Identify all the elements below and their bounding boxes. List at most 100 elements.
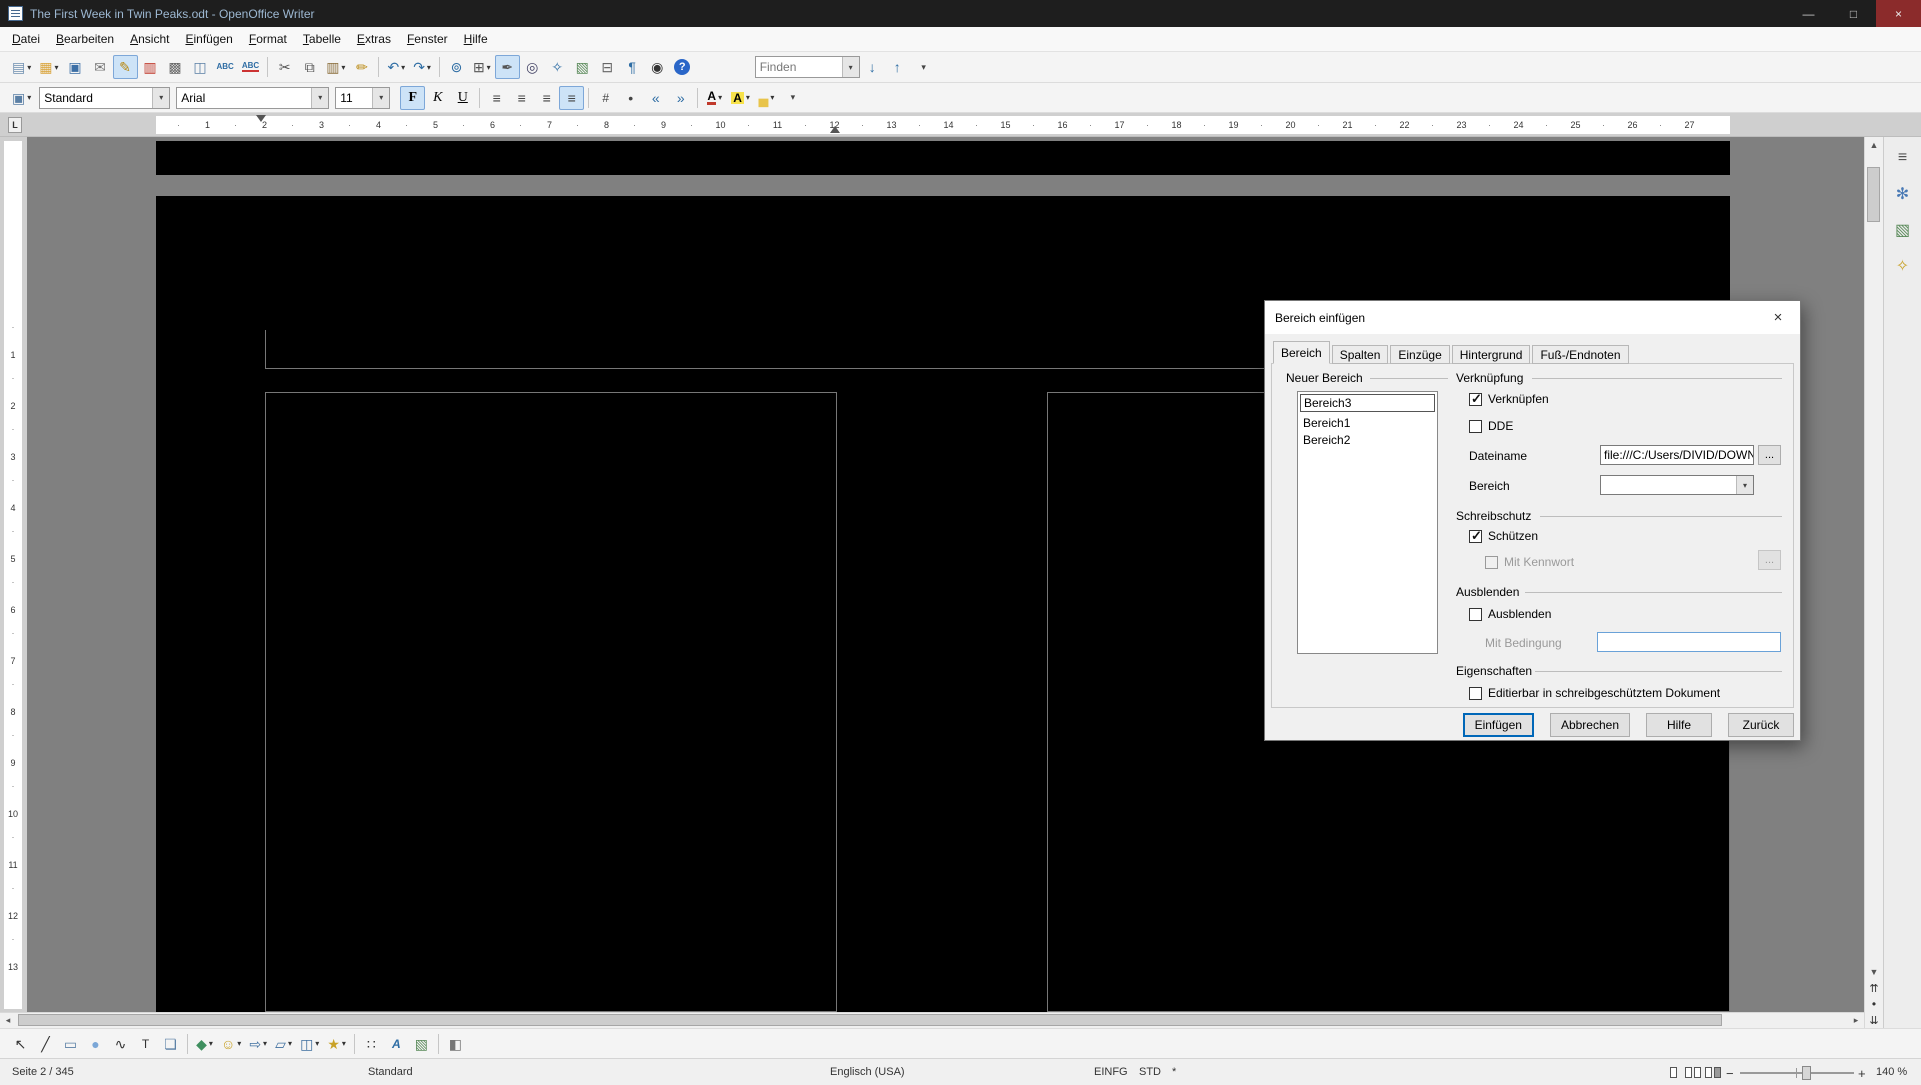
language-indicator[interactable]: Englisch (USA) bbox=[830, 1066, 905, 1078]
undo-button[interactable]: ↶ bbox=[383, 55, 409, 79]
menu-item[interactable]: Hilfe bbox=[456, 28, 496, 50]
vertical-scroll-track[interactable] bbox=[1865, 153, 1883, 964]
autospellcheck-button[interactable]: ABC bbox=[238, 55, 263, 79]
select-button[interactable]: ↖ bbox=[8, 1032, 33, 1056]
section-select[interactable] bbox=[1600, 475, 1754, 495]
draw-functions-button[interactable]: ✒ bbox=[495, 55, 520, 79]
align-center-button[interactable]: ≡ bbox=[509, 86, 534, 110]
indent-marker-right[interactable] bbox=[830, 126, 840, 133]
horizontal-ruler[interactable]: L 12345678910111213141516171819202122232… bbox=[0, 113, 1921, 137]
zoom-in-button[interactable]: + bbox=[1858, 1066, 1866, 1081]
scroll-right-button[interactable]: ▸ bbox=[1848, 1015, 1864, 1026]
menu-item[interactable]: Extras bbox=[349, 28, 399, 50]
paragraph-style-combo[interactable]: Standard bbox=[39, 87, 170, 109]
copy-button[interactable]: ⧉ bbox=[297, 55, 322, 79]
cancel-button[interactable]: Abbrechen bbox=[1550, 713, 1630, 737]
dialog-close-button[interactable]: × bbox=[1756, 301, 1800, 334]
section-list-item[interactable]: Bereich1 bbox=[1298, 414, 1437, 431]
previous-page-button[interactable]: ⇈ bbox=[1865, 980, 1883, 996]
dde-checkbox[interactable]: DDE bbox=[1469, 418, 1513, 434]
font-size-combo[interactable]: 11 bbox=[335, 87, 390, 109]
tab-fussendnoten[interactable]: Fuß-/Endnoten bbox=[1532, 345, 1628, 364]
hide-checkbox[interactable]: Ausblenden bbox=[1469, 606, 1551, 622]
scroll-left-button[interactable]: ◂ bbox=[0, 1015, 16, 1026]
hyperlink-button[interactable]: ⊚ bbox=[444, 55, 469, 79]
help-button[interactable]: Hilfe bbox=[1646, 713, 1712, 737]
fontwork-button[interactable]: A bbox=[384, 1032, 409, 1056]
data-sources-button[interactable]: ⊟ bbox=[595, 55, 620, 79]
nonprinting-chars-button[interactable]: ¶ bbox=[620, 55, 645, 79]
password-checkbox[interactable]: Mit Kennwort bbox=[1485, 554, 1574, 570]
menu-item[interactable]: Bearbeiten bbox=[48, 28, 122, 50]
vertical-ruler[interactable]: 12345678910111213 bbox=[0, 137, 27, 1012]
vertical-scrollbar[interactable]: ▲ ▼ ⇈ • ⇊ bbox=[1864, 137, 1883, 1028]
horizontal-scroll-thumb[interactable] bbox=[18, 1014, 1722, 1026]
navigator-button[interactable]: ✧ bbox=[545, 55, 570, 79]
close-button[interactable]: × bbox=[1876, 0, 1921, 27]
save-button[interactable]: ▣ bbox=[63, 55, 88, 79]
page-indicator[interactable]: Seite 2 / 345 bbox=[12, 1066, 74, 1078]
basic-shapes-button[interactable]: ◆ bbox=[192, 1032, 217, 1056]
ellipse-button[interactable]: ● bbox=[83, 1032, 108, 1056]
editable-checkbox[interactable]: Editierbar in schreibgeschütztem Dokumen… bbox=[1469, 685, 1720, 701]
extrusion-button[interactable]: ◧ bbox=[443, 1032, 468, 1056]
find-next-button[interactable]: ↓ bbox=[860, 55, 885, 79]
protect-checkbox[interactable]: Schützen bbox=[1469, 528, 1538, 544]
italic-button[interactable]: K bbox=[425, 86, 450, 110]
section-list[interactable]: Bereich3 Bereich1Bereich2 bbox=[1297, 391, 1438, 654]
zoom-button[interactable]: ◉ bbox=[645, 55, 670, 79]
redo-button[interactable]: ↷ bbox=[409, 55, 435, 79]
next-page-button[interactable]: ⇊ bbox=[1865, 1012, 1883, 1028]
zoom-slider-thumb[interactable] bbox=[1802, 1066, 1811, 1080]
freeform-button[interactable]: ∿ bbox=[108, 1032, 133, 1056]
block-arrows-button[interactable]: ⇨ bbox=[245, 1032, 271, 1056]
link-checkbox[interactable]: Verknüpfen bbox=[1469, 391, 1549, 407]
symbol-shapes-button[interactable]: ☺ bbox=[217, 1032, 245, 1056]
menu-item[interactable]: Datei bbox=[4, 28, 48, 50]
print-button[interactable]: ▩ bbox=[163, 55, 188, 79]
condition-input[interactable] bbox=[1597, 632, 1781, 652]
indent-marker-first-line[interactable] bbox=[256, 115, 266, 122]
line-button[interactable]: ╱ bbox=[33, 1032, 58, 1056]
horizontal-scroll-track[interactable] bbox=[16, 1013, 1848, 1028]
edit-file-button[interactable]: ✎ bbox=[113, 55, 138, 79]
menu-item[interactable]: Ansicht bbox=[122, 28, 177, 50]
find-previous-button[interactable]: ↑ bbox=[885, 55, 910, 79]
font-color-button[interactable]: A bbox=[702, 86, 727, 110]
scroll-down-button[interactable]: ▼ bbox=[1865, 964, 1883, 980]
password-browse-button[interactable]: ... bbox=[1758, 550, 1781, 570]
navigation-button[interactable]: • bbox=[1865, 996, 1883, 1012]
sidebar-gallery-icon[interactable]: ▧ bbox=[1890, 217, 1916, 243]
menu-item[interactable]: Fenster bbox=[399, 28, 456, 50]
vertical-scroll-thumb[interactable] bbox=[1867, 167, 1880, 222]
tab-type-selector[interactable]: L bbox=[8, 117, 22, 133]
tab-bereich[interactable]: Bereich bbox=[1273, 341, 1330, 364]
find-replace-button[interactable]: ◎ bbox=[520, 55, 545, 79]
back-button[interactable]: Zurück bbox=[1728, 713, 1794, 737]
text-frame-left[interactable] bbox=[265, 392, 837, 1012]
bullet-list-button[interactable]: • bbox=[618, 86, 643, 110]
help-button[interactable]: ? bbox=[670, 55, 695, 79]
background-color-button[interactable]: ▄ bbox=[754, 86, 779, 110]
spellcheck-button[interactable]: ABC bbox=[213, 55, 238, 79]
rectangle-button[interactable]: ▭ bbox=[58, 1032, 83, 1056]
table-button[interactable]: ⊞ bbox=[469, 55, 495, 79]
flowchart-button[interactable]: ▱ bbox=[271, 1032, 296, 1056]
font-name-combo[interactable]: Arial bbox=[176, 87, 329, 109]
email-button[interactable]: ✉ bbox=[88, 55, 113, 79]
numbered-list-button[interactable]: # bbox=[593, 86, 618, 110]
filename-input[interactable]: file:///C:/Users/DIVID/DOWN bbox=[1600, 445, 1754, 465]
sidebar-menu-icon[interactable]: ≡ bbox=[1890, 145, 1916, 171]
tab-einzuege[interactable]: Einzüge bbox=[1390, 345, 1449, 364]
format-paintbrush-button[interactable]: ✏ bbox=[349, 55, 374, 79]
increase-indent-button[interactable]: » bbox=[668, 86, 693, 110]
insert-mode-indicator[interactable]: EINFG bbox=[1094, 1066, 1128, 1078]
page-preview-button[interactable]: ◫ bbox=[188, 55, 213, 79]
menu-item[interactable]: Format bbox=[241, 28, 295, 50]
styles-window-button[interactable]: ▣ bbox=[8, 86, 35, 110]
underline-button[interactable]: U bbox=[450, 86, 475, 110]
open-button[interactable]: ▦ bbox=[35, 55, 62, 79]
bold-button[interactable]: F bbox=[400, 86, 425, 110]
maximize-button[interactable]: □ bbox=[1831, 0, 1876, 27]
font-name-dropdown-button[interactable] bbox=[311, 88, 328, 108]
